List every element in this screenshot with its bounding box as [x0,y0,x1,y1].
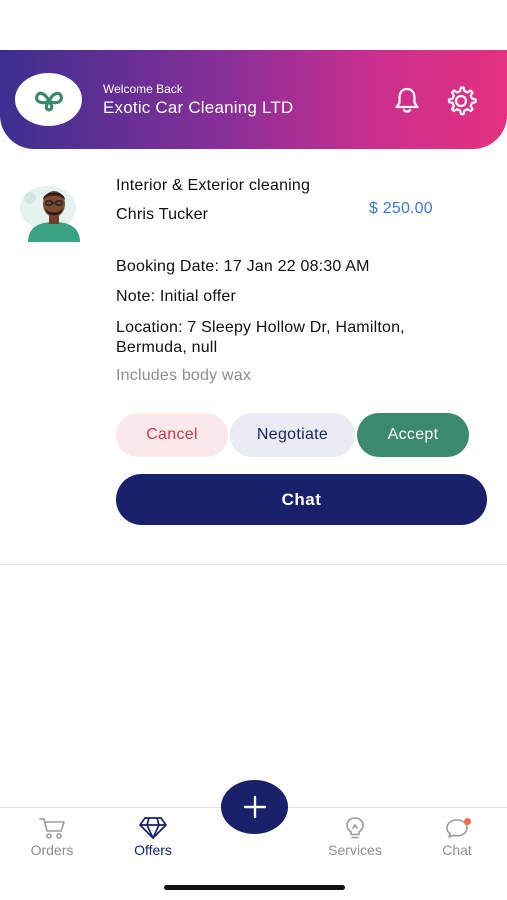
tab-chat[interactable]: Chat [412,816,502,858]
offer-note: Note: Initial offer [116,288,237,305]
bell-icon[interactable] [391,84,423,116]
tab-chat-label: Chat [442,842,472,858]
add-button[interactable] [221,780,288,834]
offer-extra: Includes body wax [116,367,252,384]
negotiate-button[interactable]: Negotiate [230,413,355,457]
booking-date: Booking Date: 17 Jan 22 08:30 AM [116,258,370,275]
tab-services-label: Services [328,842,382,858]
link-logo-icon [34,91,63,112]
tab-offers[interactable]: Offers [108,816,198,858]
customer-avatar [20,186,80,242]
cart-icon [39,818,65,839]
tab-orders[interactable]: Orders [7,816,97,858]
home-indicator [164,885,345,890]
tab-offers-label: Offers [134,842,172,858]
service-title: Interior & Exterior cleaning [116,177,311,194]
accept-button[interactable]: Accept [357,413,469,457]
offer-price: $ 250.00 [369,200,433,217]
customer-name: Chris Tucker [116,206,209,223]
plus-icon [243,795,266,819]
unread-indicator [464,818,471,825]
company-logo [15,73,82,126]
gear-icon[interactable] [444,84,478,118]
company-name: Exotic Car Cleaning LTD [103,98,294,117]
chat-button[interactable]: Chat [116,474,487,525]
welcome-text: Welcome Back [103,82,183,96]
tab-services[interactable]: Services [310,816,400,858]
card-divider [0,564,507,565]
offer-location: Location: 7 Sleepy Hollow Dr, Hamilton, … [116,319,405,356]
lightbulb-icon [346,817,364,839]
app-header: Welcome Back Exotic Car Cleaning LTD [0,50,507,149]
cancel-button[interactable]: Cancel [116,413,228,457]
tab-orders-label: Orders [30,842,74,858]
diamond-icon [139,817,167,839]
